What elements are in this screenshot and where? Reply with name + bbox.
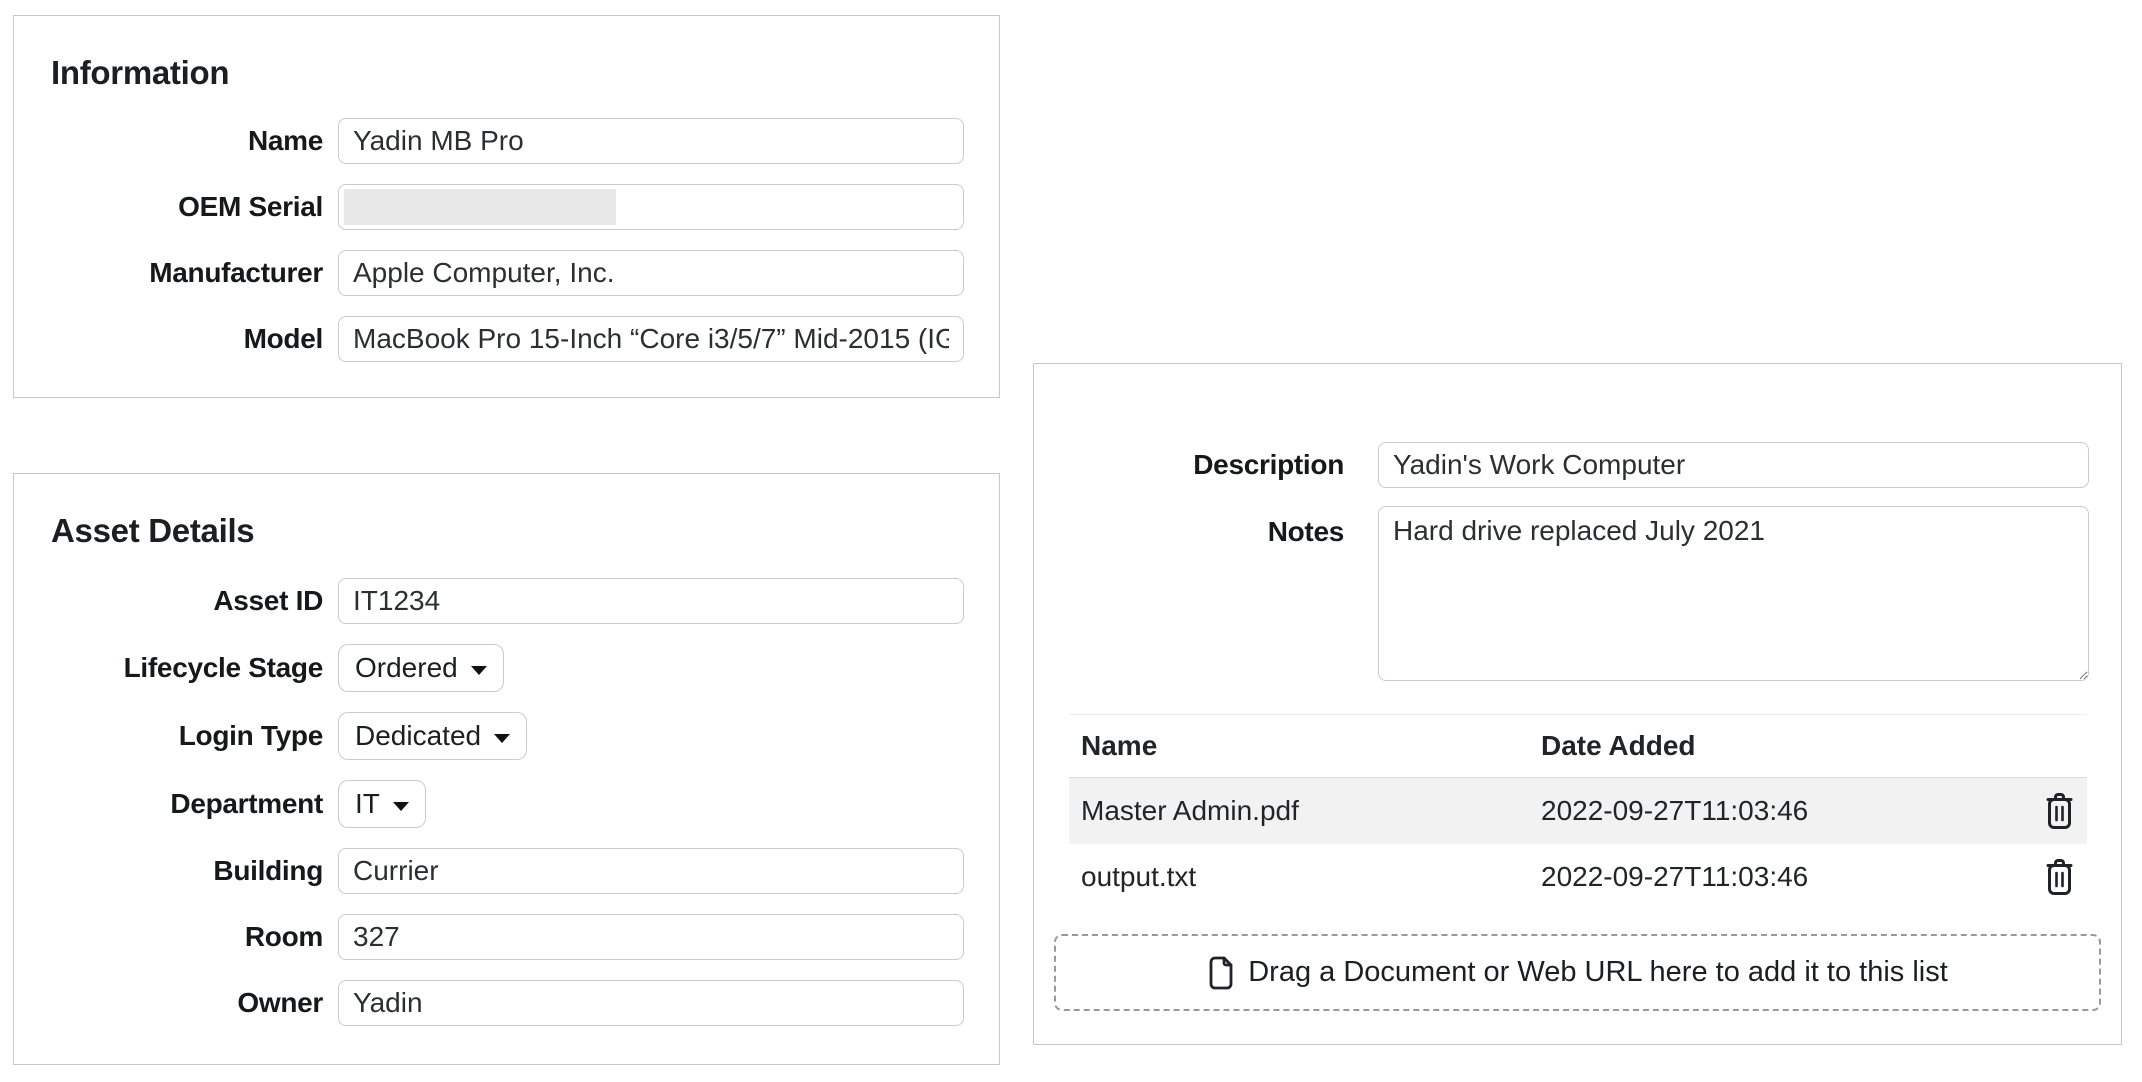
document-name: output.txt [1081,861,1197,892]
room-label: Room [244,921,323,952]
asset-id-row: Asset ID [14,578,964,624]
manufacturer-input[interactable] [338,250,964,296]
notes-row: Notes Hard drive replaced July 2021 [1034,506,2089,681]
manufacturer-label: Manufacturer [149,257,323,288]
building-label: Building [213,855,323,886]
information-title: Information [51,54,230,91]
department-select[interactable]: IT [338,780,426,828]
login-type-label: Login Type [178,720,324,751]
lifecycle-stage-select[interactable]: Ordered [338,644,504,692]
model-row: Model [14,316,964,362]
model-label: Model [243,323,324,354]
document-date-added: 2022-09-27T11:03:46 [1541,795,1809,826]
model-input[interactable] [338,316,964,362]
building-input[interactable] [338,848,964,894]
document-name: Master Admin.pdf [1081,795,1299,826]
owner-input[interactable] [338,980,964,1026]
name-row: Name [14,118,964,164]
department-value: IT [355,788,380,819]
caret-down-icon [392,801,409,811]
room-row: Room [14,914,964,960]
document-icon [1209,956,1233,989]
owner-row: Owner [14,980,964,1026]
description-row: Description [1034,442,2089,488]
caret-down-icon [470,665,487,675]
trash-icon [2046,793,2072,829]
information-panel: Information Name OEM Serial Manufacturer… [13,15,1000,398]
oem-serial-input[interactable] [338,184,964,230]
asset-id-input[interactable] [338,578,964,624]
column-header-date-added: Date Added [1541,730,1696,761]
asset-details-title: Asset Details [51,512,255,549]
caret-down-icon [494,733,511,743]
dropzone-text: Drag a Document or Web URL here to add i… [1248,956,1948,988]
login-type-value: Dedicated [355,720,482,751]
document-dropzone[interactable]: Drag a Document or Web URL here to add i… [1054,934,2101,1011]
notes-label: Notes [1267,516,1345,547]
department-label: Department [170,788,323,819]
login-type-select[interactable]: Dedicated [338,712,528,760]
department-row: Department IT [14,780,964,828]
lifecycle-stage-row: Lifecycle Stage Ordered [14,644,964,692]
oem-serial-row: OEM Serial [14,184,964,230]
oem-serial-label: OEM Serial [178,191,323,222]
owner-label: Owner [237,987,323,1018]
room-input[interactable] [338,914,964,960]
documents-table-header: Name Date Added [1069,715,2087,778]
notes-textarea[interactable]: Hard drive replaced July 2021 [1378,506,2089,681]
asset-id-label: Asset ID [213,585,323,616]
trash-icon [2046,859,2072,895]
lifecycle-stage-label: Lifecycle Stage [123,652,324,683]
documents-panel: Description Notes Hard drive replaced Ju… [1033,363,2122,1045]
manufacturer-row: Manufacturer [14,250,964,296]
login-type-row: Login Type Dedicated [14,712,964,760]
delete-document-button[interactable] [2044,792,2075,830]
description-label: Description [1193,449,1344,480]
building-row: Building [14,848,964,894]
description-input[interactable] [1378,442,2089,488]
asset-details-panel: Asset Details Asset ID Lifecycle Stage O… [13,473,1000,1065]
table-row[interactable]: output.txt 2022-09-27T11:03:46 [1069,844,2087,910]
name-label: Name [247,125,323,156]
delete-document-button[interactable] [2044,858,2075,896]
lifecycle-stage-value: Ordered [355,652,458,683]
documents-table: Name Date Added Master Admin.pdf 2022-09… [1069,714,2087,910]
document-date-added: 2022-09-27T11:03:46 [1541,861,1809,892]
asset-form-page: { "info_panel": { "title": "Information"… [0,0,2142,1082]
table-row[interactable]: Master Admin.pdf 2022-09-27T11:03:46 [1069,778,2087,844]
column-header-name: Name [1081,730,1158,761]
name-input[interactable] [338,118,964,164]
